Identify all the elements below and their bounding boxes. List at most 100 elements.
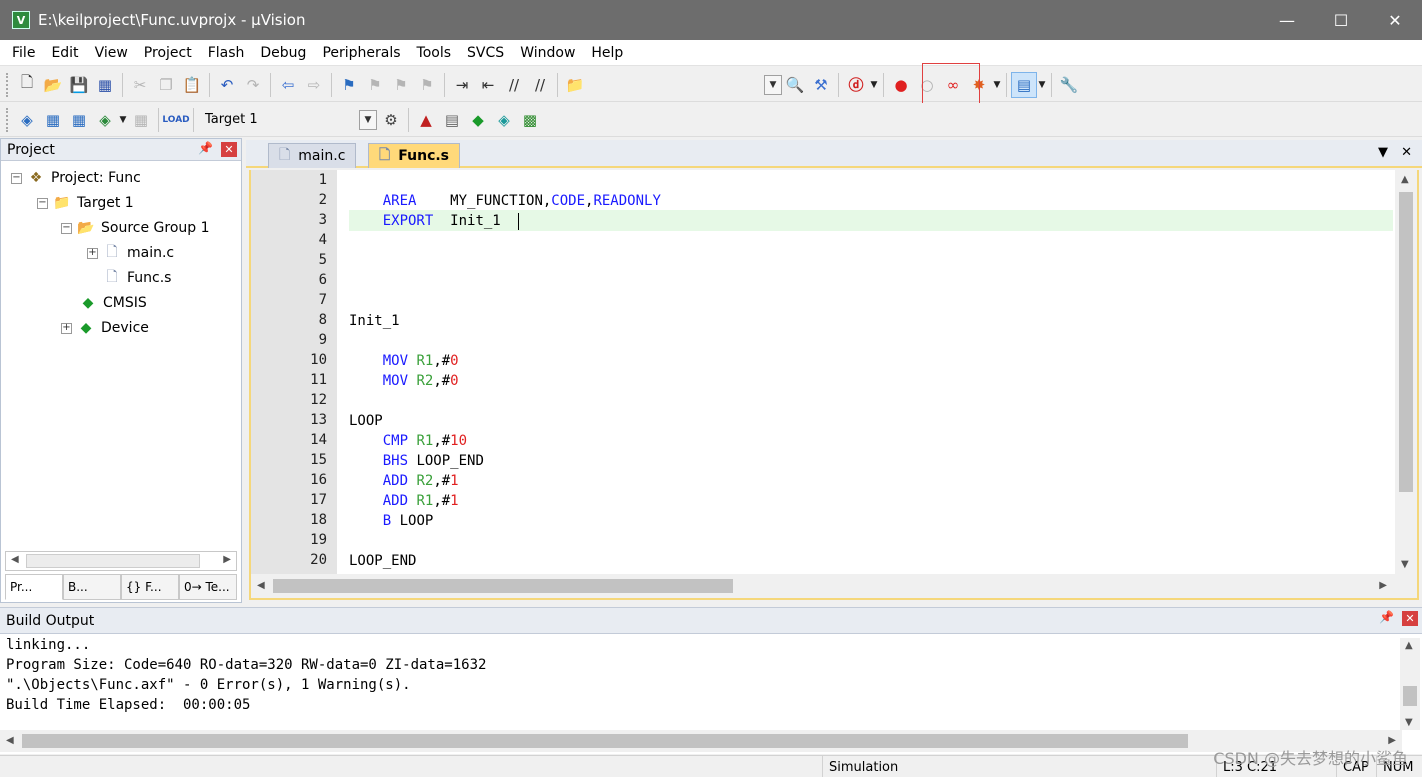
maximize-button[interactable]: ☐ xyxy=(1314,0,1368,40)
scroll-right-icon[interactable]: ▶ xyxy=(223,554,231,565)
batch-build-icon[interactable]: ◈ xyxy=(92,107,118,133)
find-combo-dropdown[interactable]: ▼ xyxy=(764,74,782,95)
editor-vertical-scrollbar[interactable]: ▲ ▼ xyxy=(1395,170,1417,574)
cut-icon[interactable]: ✂ xyxy=(127,72,153,98)
scroll-left-icon[interactable]: ◀ xyxy=(6,735,14,746)
select-packs-icon[interactable]: ▤ xyxy=(439,107,465,133)
tree-node-source-group[interactable]: − 📂 Source Group 1 xyxy=(61,217,210,239)
pin-icon[interactable]: 📌 xyxy=(198,141,213,155)
target-select[interactable]: Target 1 ▼ xyxy=(198,109,378,131)
close-button[interactable]: ✕ xyxy=(1368,0,1422,40)
menu-debug[interactable]: Debug xyxy=(252,45,314,61)
scroll-thumb[interactable] xyxy=(1403,686,1417,706)
scroll-thumb[interactable] xyxy=(22,734,1188,748)
download-load-icon[interactable]: LOAD xyxy=(162,107,189,133)
scroll-down-icon[interactable]: ▼ xyxy=(1405,717,1413,728)
close-tab-icon[interactable]: ✕ xyxy=(1401,145,1412,160)
window-layout-dropdown-arrow[interactable]: ▼ xyxy=(1037,80,1047,90)
tree-node-main-c[interactable]: + 🗋 main.c xyxy=(87,242,174,264)
tab-list-dropdown-icon[interactable]: ▼ xyxy=(1378,145,1388,160)
scroll-thumb[interactable] xyxy=(1399,192,1413,492)
indent-icon[interactable]: ⇥ xyxy=(449,72,475,98)
scroll-thumb[interactable] xyxy=(26,554,200,568)
scroll-left-icon[interactable]: ◀ xyxy=(257,580,265,591)
breakpoints-dropdown-arrow[interactable]: ▼ xyxy=(992,80,1002,90)
tab-templates[interactable]: 0→ Te... xyxy=(179,574,237,600)
menu-file[interactable]: File xyxy=(4,45,43,61)
minimize-button[interactable]: — xyxy=(1260,0,1314,40)
pack-installer-icon[interactable]: ◈ xyxy=(491,107,517,133)
tab-main-c[interactable]: 🗋 main.c xyxy=(268,143,357,168)
build-icon[interactable]: ▦ xyxy=(40,107,66,133)
menu-edit[interactable]: Edit xyxy=(43,45,86,61)
save-all-icon[interactable]: ▦ xyxy=(92,72,118,98)
uncomment-icon[interactable]: // xyxy=(527,72,553,98)
debug-dropdown-arrow[interactable]: ▼ xyxy=(869,80,879,90)
tab-project[interactable]: Pr... xyxy=(5,574,63,600)
build-vertical-scrollbar[interactable]: ▲ ▼ xyxy=(1400,638,1420,730)
incremental-find-icon[interactable]: ⚒ xyxy=(808,72,834,98)
bookmark-next-icon[interactable]: ⚑ xyxy=(388,72,414,98)
menu-peripherals[interactable]: Peripherals xyxy=(314,45,408,61)
menu-view[interactable]: View xyxy=(87,45,136,61)
manage-project-items-icon[interactable]: ▲ xyxy=(413,107,439,133)
collapse-icon[interactable]: − xyxy=(11,172,22,184)
paste-icon[interactable]: 📋 xyxy=(179,72,205,98)
close-panel-icon[interactable]: ✕ xyxy=(1402,611,1418,626)
save-icon[interactable]: 💾 xyxy=(66,72,92,98)
debug-session-icon[interactable]: ⓓ xyxy=(843,72,869,98)
unindent-icon[interactable]: ⇤ xyxy=(475,72,501,98)
batch-build-dropdown-arrow[interactable]: ▼ xyxy=(118,115,128,125)
expand-icon[interactable]: + xyxy=(61,322,72,334)
stop-build-icon[interactable]: ▦ xyxy=(128,107,154,133)
copy-icon[interactable]: ❐ xyxy=(153,72,179,98)
event-recorder-icon[interactable]: ▩ xyxy=(517,107,543,133)
new-file-icon[interactable]: 🗋 xyxy=(14,72,40,98)
menu-tools[interactable]: Tools xyxy=(409,45,460,61)
tree-node-func-s[interactable]: 🗋 Func.s xyxy=(103,267,171,289)
tree-node-target[interactable]: − 📁 Target 1 xyxy=(37,192,134,214)
menu-project[interactable]: Project xyxy=(136,45,200,61)
tree-node-cmsis[interactable]: ◆ CMSIS xyxy=(79,292,147,314)
bookmark-prev-icon[interactable]: ⚑ xyxy=(362,72,388,98)
editor-horizontal-scrollbar[interactable]: ◀ ▶ xyxy=(251,574,1417,598)
collapse-icon[interactable]: − xyxy=(61,222,72,234)
target-select-arrow[interactable]: ▼ xyxy=(359,109,377,130)
scroll-left-icon[interactable]: ◀ xyxy=(11,554,19,565)
build-horizontal-scrollbar[interactable]: ◀ ▶ xyxy=(0,730,1402,752)
code-editor[interactable]: 1 2 3 4 5 6 7 8 9 10 11 12 13 14 15 16 1… xyxy=(249,170,1419,600)
open-file-icon[interactable]: 📂 xyxy=(40,72,66,98)
menu-window[interactable]: Window xyxy=(512,45,583,61)
scroll-thumb[interactable] xyxy=(273,579,733,593)
project-horizontal-scrollbar[interactable]: ◀ ▶ xyxy=(5,551,237,571)
manage-runtime-icon[interactable]: ◆ xyxy=(465,107,491,133)
pin-icon[interactable]: 📌 xyxy=(1379,610,1394,624)
find-in-files-icon[interactable]: 📁 xyxy=(562,72,588,98)
tab-functions[interactable]: {} F... xyxy=(121,574,179,600)
navigate-back-icon[interactable]: ⇦ xyxy=(275,72,301,98)
translate-icon[interactable]: ◈ xyxy=(14,107,40,133)
menu-help[interactable]: Help xyxy=(583,45,631,61)
bookmark-clear-icon[interactable]: ⚑ xyxy=(414,72,440,98)
tab-books[interactable]: B... xyxy=(63,574,121,600)
scroll-up-icon[interactable]: ▲ xyxy=(1405,640,1413,651)
collapse-icon[interactable]: − xyxy=(37,197,48,209)
find-icon[interactable]: 🔍 xyxy=(782,72,808,98)
expand-icon[interactable]: + xyxy=(87,247,98,259)
tab-func-s[interactable]: 🗋 Func.s xyxy=(368,143,461,168)
tree-node-project[interactable]: − ❖ Project: Func xyxy=(11,167,141,189)
tree-node-device[interactable]: + ◆ Device xyxy=(61,317,149,339)
bookmark-toggle-icon[interactable]: ⚑ xyxy=(336,72,362,98)
target-options-icon[interactable]: ⚙ xyxy=(378,107,404,133)
comment-icon[interactable]: // xyxy=(501,72,527,98)
undo-icon[interactable]: ↶ xyxy=(214,72,240,98)
close-panel-icon[interactable]: ✕ xyxy=(221,142,237,157)
scroll-right-icon[interactable]: ▶ xyxy=(1379,580,1387,591)
insert-breakpoint-icon[interactable]: ● xyxy=(888,72,914,98)
menu-flash[interactable]: Flash xyxy=(200,45,253,61)
rebuild-icon[interactable]: ▦ xyxy=(66,107,92,133)
configure-wrench-icon[interactable]: 🔧 xyxy=(1056,72,1082,98)
window-layout-icon[interactable]: ▤ xyxy=(1011,71,1037,98)
menu-svcs[interactable]: SVCS xyxy=(459,45,512,61)
redo-icon[interactable]: ↷ xyxy=(240,72,266,98)
